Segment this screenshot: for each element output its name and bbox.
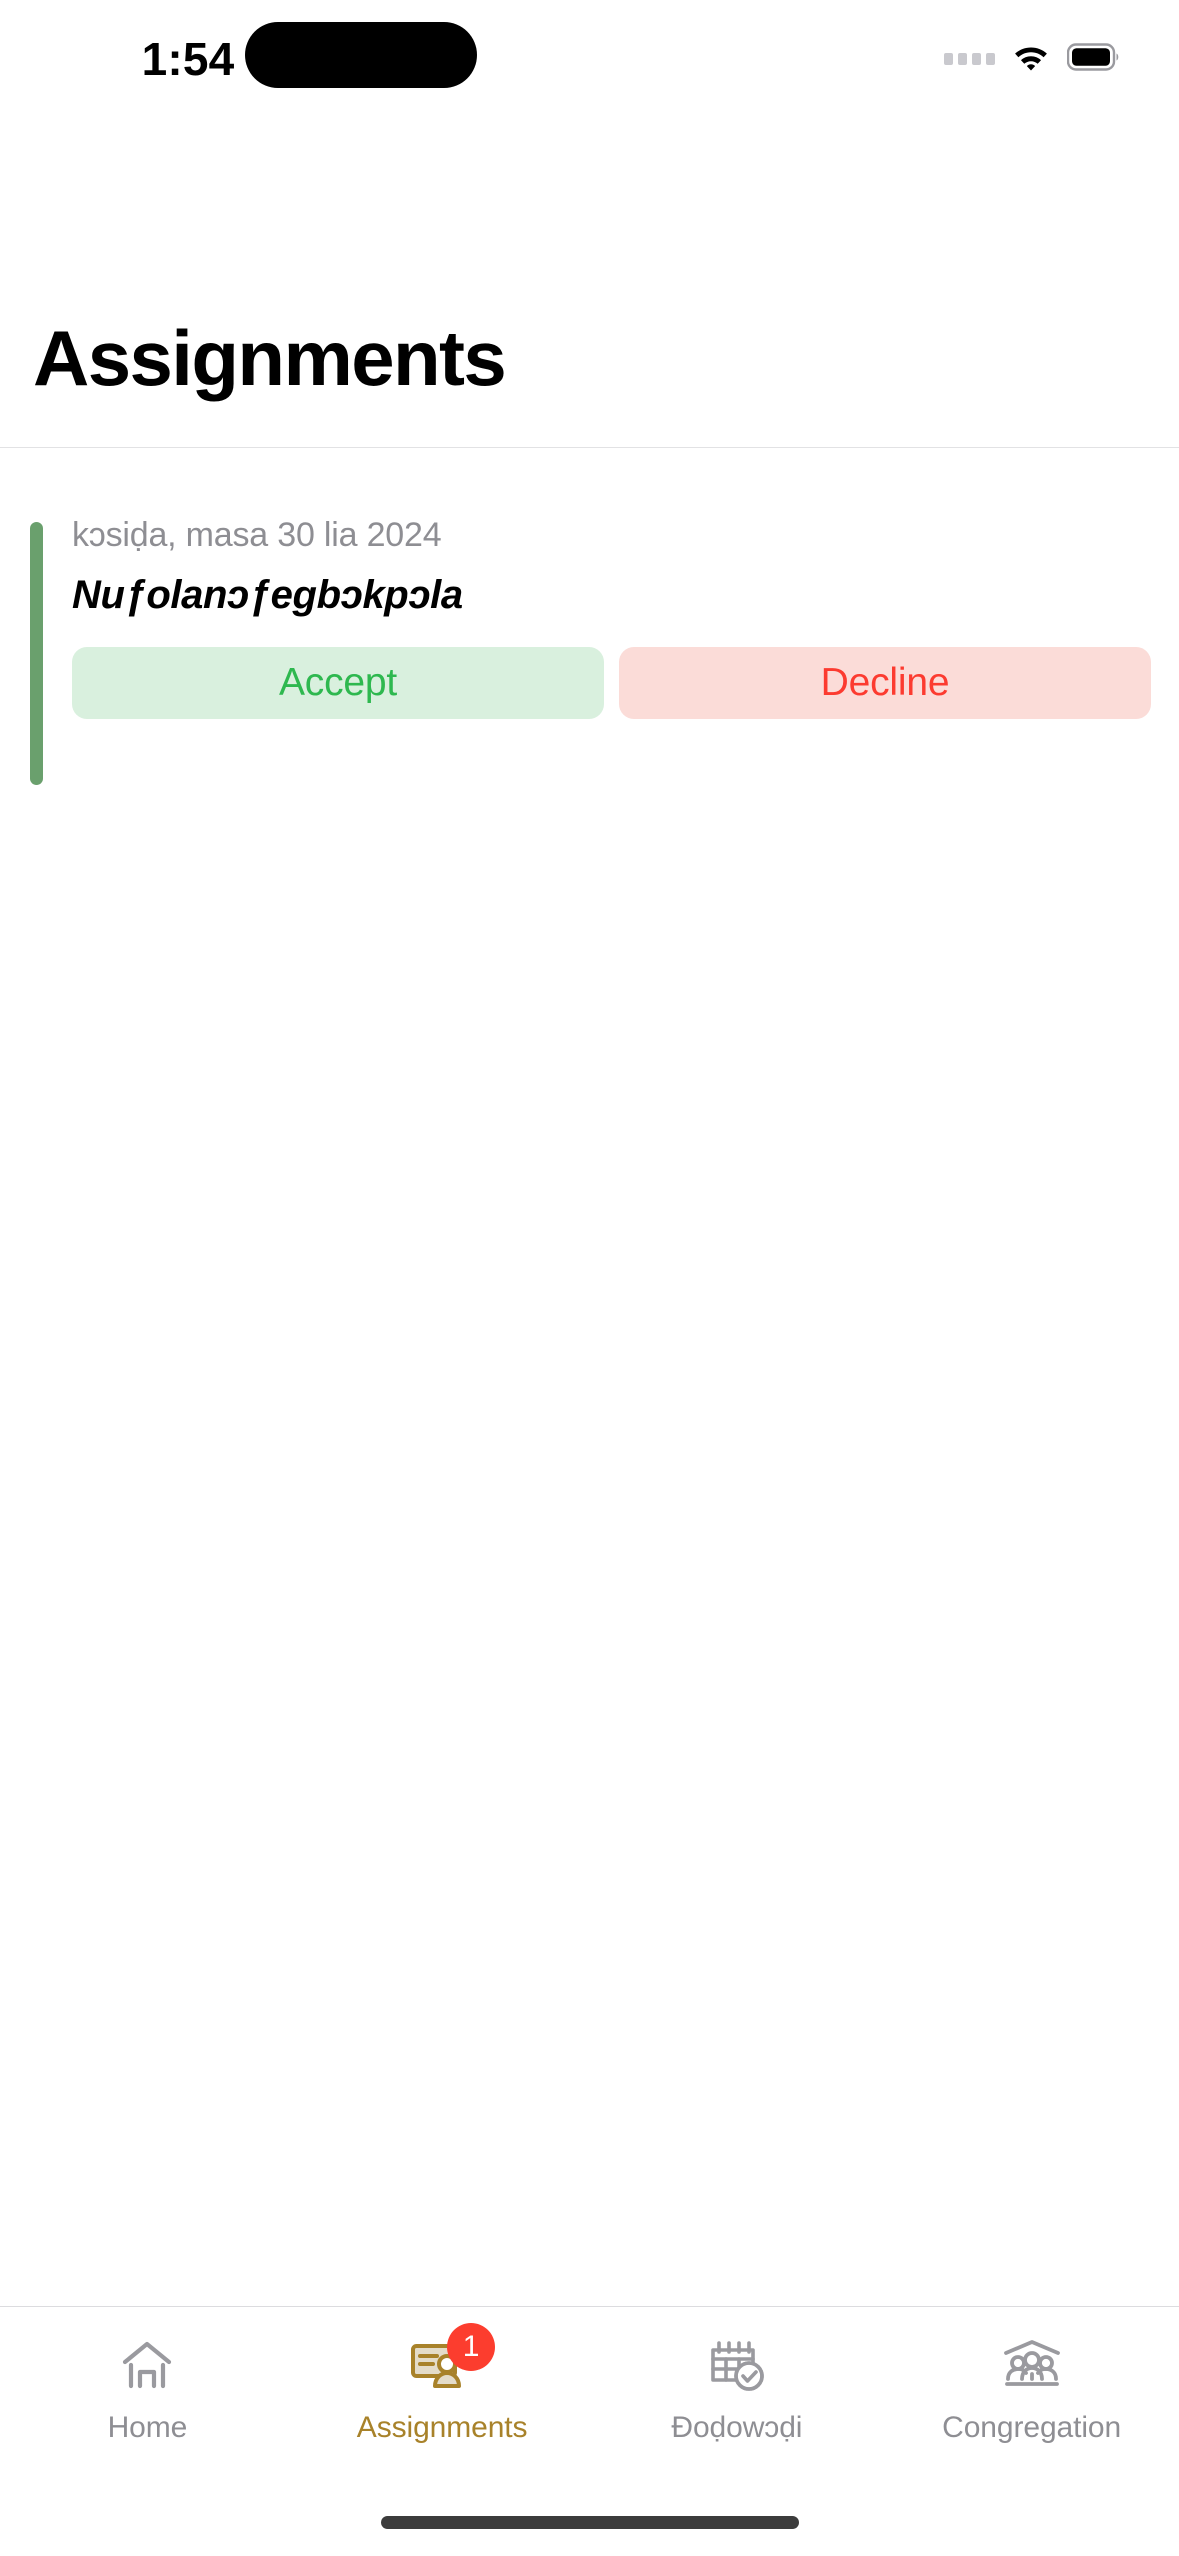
assignment-card: kɔsiḍa, masa 30 lia 2024 Nuƒolanɔƒegbɔkp… (0, 500, 1179, 785)
signal-dots-icon (944, 49, 995, 65)
home-indicator[interactable] (380, 2516, 799, 2529)
tab-dodowodi-label: Ðoḍowɔḍi (671, 2411, 803, 2444)
status-indicators (944, 36, 1121, 78)
assignment-accent-bar (30, 522, 43, 785)
tab-assignments[interactable]: 1 Assignments (295, 2323, 590, 2446)
tab-home-label: Home (107, 2411, 188, 2444)
decline-button[interactable]: Decline (619, 647, 1151, 719)
calendar-check-icon (696, 2329, 778, 2401)
tab-congregation-label: Congregation (942, 2411, 1122, 2444)
assignment-title: Nuƒolanɔƒegbɔkpɔla (72, 573, 463, 617)
assignments-badge: 1 (447, 2323, 496, 2371)
accept-button[interactable]: Accept (72, 647, 604, 719)
status-bar: 1:54 (0, 0, 1179, 145)
tab-assignments-label: Assignments (356, 2411, 528, 2444)
assignment-date: kɔsiḍa, masa 30 lia 2024 (72, 516, 442, 554)
page-title: Assignments (33, 314, 507, 402)
id-card-person-icon: 1 (401, 2323, 496, 2401)
tab-home[interactable]: Home (0, 2329, 295, 2446)
tab-bar: Home 1 Assignments Ðoḍowɔḍi Congregation (0, 2306, 1179, 2556)
header-divider (0, 447, 1179, 448)
wifi-icon (1011, 42, 1051, 72)
battery-icon (1067, 42, 1121, 72)
people-roof-icon (991, 2329, 1073, 2401)
dynamic-island (245, 22, 477, 88)
tab-dodowodi[interactable]: Ðoḍowɔḍi (590, 2329, 885, 2446)
tab-congregation[interactable]: Congregation (884, 2329, 1179, 2446)
house-icon (106, 2329, 188, 2401)
app-screen: 1:54 Assignments kɔsiḍa, masa 30 lia 202… (0, 0, 1179, 2556)
assignment-actions: Accept Decline (72, 647, 1151, 719)
